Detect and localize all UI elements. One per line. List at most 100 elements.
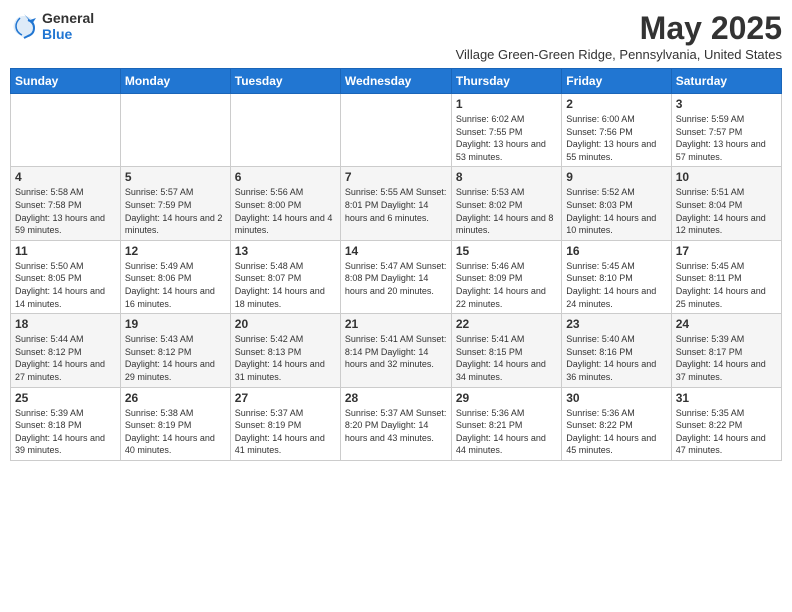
calendar-row-5: 25 Sunrise: 5:39 AM Sunset: 8:18 PM Dayli… bbox=[11, 387, 782, 460]
day-info: Sunrise: 5:43 AM Sunset: 8:12 PM Dayligh… bbox=[125, 333, 226, 383]
calendar-cell: 21 Sunrise: 5:41 AM Sunset: 8:14 PM Dayli… bbox=[340, 314, 451, 387]
calendar-cell: 3 Sunrise: 5:59 AM Sunset: 7:57 PM Daylig… bbox=[671, 94, 781, 167]
day-info: Sunrise: 5:40 AM Sunset: 8:16 PM Dayligh… bbox=[566, 333, 666, 383]
calendar-cell bbox=[340, 94, 451, 167]
day-info: Sunrise: 5:37 AM Sunset: 8:19 PM Dayligh… bbox=[235, 407, 336, 457]
calendar-row-2: 4 Sunrise: 5:58 AM Sunset: 7:58 PM Daylig… bbox=[11, 167, 782, 240]
calendar-row-1: 1Sunrise: 6:02 AM Sunset: 7:55 PM Daylig… bbox=[11, 94, 782, 167]
calendar-cell: 16 Sunrise: 5:45 AM Sunset: 8:10 PM Dayli… bbox=[562, 240, 671, 313]
day-number: 15 bbox=[456, 244, 557, 258]
day-number: 7 bbox=[345, 170, 447, 184]
day-number: 1 bbox=[456, 97, 557, 111]
day-info: Sunrise: 5:48 AM Sunset: 8:07 PM Dayligh… bbox=[235, 260, 336, 310]
day-info: Sunrise: 5:42 AM Sunset: 8:13 PM Dayligh… bbox=[235, 333, 336, 383]
day-number: 19 bbox=[125, 317, 226, 331]
day-number: 3 bbox=[676, 97, 777, 111]
logo: General Blue bbox=[10, 10, 94, 42]
calendar-cell: 27 Sunrise: 5:37 AM Sunset: 8:19 PM Dayli… bbox=[230, 387, 340, 460]
day-info: Sunrise: 5:56 AM Sunset: 8:00 PM Dayligh… bbox=[235, 186, 336, 236]
calendar-cell: 20 Sunrise: 5:42 AM Sunset: 8:13 PM Dayli… bbox=[230, 314, 340, 387]
day-info: Sunrise: 5:39 AM Sunset: 8:18 PM Dayligh… bbox=[15, 407, 116, 457]
page-header: General Blue May 2025 Village Green-Gree… bbox=[10, 10, 782, 62]
logo-blue: Blue bbox=[42, 26, 94, 42]
calendar-cell: 18Sunrise: 5:44 AM Sunset: 8:12 PM Dayli… bbox=[11, 314, 121, 387]
calendar-header-row: SundayMondayTuesdayWednesdayThursdayFrid… bbox=[11, 69, 782, 94]
day-number: 4 bbox=[15, 170, 116, 184]
day-number: 8 bbox=[456, 170, 557, 184]
calendar-cell: 13Sunrise: 5:48 AM Sunset: 8:07 PM Dayli… bbox=[230, 240, 340, 313]
day-number: 25 bbox=[15, 391, 116, 405]
calendar-cell bbox=[120, 94, 230, 167]
day-info: Sunrise: 5:47 AM Sunset: 8:08 PM Dayligh… bbox=[345, 260, 447, 298]
header-tuesday: Tuesday bbox=[230, 69, 340, 94]
day-info: Sunrise: 6:00 AM Sunset: 7:56 PM Dayligh… bbox=[566, 113, 666, 163]
calendar-cell: 8 Sunrise: 5:53 AM Sunset: 8:02 PM Daylig… bbox=[451, 167, 561, 240]
calendar-table: SundayMondayTuesdayWednesdayThursdayFrid… bbox=[10, 68, 782, 461]
header-saturday: Saturday bbox=[671, 69, 781, 94]
day-number: 31 bbox=[676, 391, 777, 405]
calendar-cell: 19 Sunrise: 5:43 AM Sunset: 8:12 PM Dayli… bbox=[120, 314, 230, 387]
calendar-cell: 6 Sunrise: 5:56 AM Sunset: 8:00 PM Daylig… bbox=[230, 167, 340, 240]
calendar-cell: 30 Sunrise: 5:36 AM Sunset: 8:22 PM Dayli… bbox=[562, 387, 671, 460]
calendar-cell bbox=[11, 94, 121, 167]
day-info: Sunrise: 5:50 AM Sunset: 8:05 PM Dayligh… bbox=[15, 260, 116, 310]
calendar-cell: 29 Sunrise: 5:36 AM Sunset: 8:21 PM Dayli… bbox=[451, 387, 561, 460]
calendar-cell: 7 Sunrise: 5:55 AM Sunset: 8:01 PM Daylig… bbox=[340, 167, 451, 240]
day-info: Sunrise: 5:58 AM Sunset: 7:58 PM Dayligh… bbox=[15, 186, 116, 236]
day-number: 11 bbox=[15, 244, 116, 258]
day-info: Sunrise: 5:39 AM Sunset: 8:17 PM Dayligh… bbox=[676, 333, 777, 383]
day-info: Sunrise: 5:52 AM Sunset: 8:03 PM Dayligh… bbox=[566, 186, 666, 236]
header-thursday: Thursday bbox=[451, 69, 561, 94]
day-info: Sunrise: 5:36 AM Sunset: 8:22 PM Dayligh… bbox=[566, 407, 666, 457]
calendar-cell: 31Sunrise: 5:35 AM Sunset: 8:22 PM Dayli… bbox=[671, 387, 781, 460]
day-number: 30 bbox=[566, 391, 666, 405]
day-info: Sunrise: 5:37 AM Sunset: 8:20 PM Dayligh… bbox=[345, 407, 447, 445]
day-number: 27 bbox=[235, 391, 336, 405]
day-number: 29 bbox=[456, 391, 557, 405]
day-number: 6 bbox=[235, 170, 336, 184]
header-friday: Friday bbox=[562, 69, 671, 94]
day-number: 21 bbox=[345, 317, 447, 331]
day-info: Sunrise: 5:44 AM Sunset: 8:12 PM Dayligh… bbox=[15, 333, 116, 383]
calendar-cell: 4 Sunrise: 5:58 AM Sunset: 7:58 PM Daylig… bbox=[11, 167, 121, 240]
calendar-cell: 17Sunrise: 5:45 AM Sunset: 8:11 PM Dayli… bbox=[671, 240, 781, 313]
day-info: Sunrise: 5:41 AM Sunset: 8:14 PM Dayligh… bbox=[345, 333, 447, 371]
calendar-cell: 10 Sunrise: 5:51 AM Sunset: 8:04 PM Dayli… bbox=[671, 167, 781, 240]
calendar-cell: 11 Sunrise: 5:50 AM Sunset: 8:05 PM Dayli… bbox=[11, 240, 121, 313]
day-number: 9 bbox=[566, 170, 666, 184]
calendar-cell: 9 Sunrise: 5:52 AM Sunset: 8:03 PM Daylig… bbox=[562, 167, 671, 240]
day-info: Sunrise: 5:57 AM Sunset: 7:59 PM Dayligh… bbox=[125, 186, 226, 236]
calendar-cell bbox=[230, 94, 340, 167]
calendar-row-3: 11 Sunrise: 5:50 AM Sunset: 8:05 PM Dayli… bbox=[11, 240, 782, 313]
day-number: 5 bbox=[125, 170, 226, 184]
day-info: Sunrise: 5:45 AM Sunset: 8:10 PM Dayligh… bbox=[566, 260, 666, 310]
day-info: Sunrise: 5:55 AM Sunset: 8:01 PM Dayligh… bbox=[345, 186, 447, 224]
day-number: 23 bbox=[566, 317, 666, 331]
day-number: 10 bbox=[676, 170, 777, 184]
logo-general: General bbox=[42, 10, 94, 26]
month-title: May 2025 bbox=[456, 10, 782, 47]
logo-text: General Blue bbox=[42, 10, 94, 42]
calendar-cell: 12Sunrise: 5:49 AM Sunset: 8:06 PM Dayli… bbox=[120, 240, 230, 313]
calendar-cell: 22Sunrise: 5:41 AM Sunset: 8:15 PM Dayli… bbox=[451, 314, 561, 387]
calendar-cell: 15Sunrise: 5:46 AM Sunset: 8:09 PM Dayli… bbox=[451, 240, 561, 313]
calendar-cell: 28 Sunrise: 5:37 AM Sunset: 8:20 PM Dayli… bbox=[340, 387, 451, 460]
day-info: Sunrise: 5:53 AM Sunset: 8:02 PM Dayligh… bbox=[456, 186, 557, 236]
day-info: Sunrise: 5:51 AM Sunset: 8:04 PM Dayligh… bbox=[676, 186, 777, 236]
day-info: Sunrise: 5:45 AM Sunset: 8:11 PM Dayligh… bbox=[676, 260, 777, 310]
header-sunday: Sunday bbox=[11, 69, 121, 94]
day-info: Sunrise: 5:59 AM Sunset: 7:57 PM Dayligh… bbox=[676, 113, 777, 163]
day-number: 16 bbox=[566, 244, 666, 258]
day-number: 20 bbox=[235, 317, 336, 331]
location-subtitle: Village Green-Green Ridge, Pennsylvania,… bbox=[456, 47, 782, 62]
day-number: 24 bbox=[676, 317, 777, 331]
day-number: 28 bbox=[345, 391, 447, 405]
calendar-cell: 25 Sunrise: 5:39 AM Sunset: 8:18 PM Dayli… bbox=[11, 387, 121, 460]
day-number: 14 bbox=[345, 244, 447, 258]
day-number: 12 bbox=[125, 244, 226, 258]
calendar-cell: 14 Sunrise: 5:47 AM Sunset: 8:08 PM Dayli… bbox=[340, 240, 451, 313]
title-block: May 2025 Village Green-Green Ridge, Penn… bbox=[456, 10, 782, 62]
day-info: Sunrise: 5:38 AM Sunset: 8:19 PM Dayligh… bbox=[125, 407, 226, 457]
day-info: Sunrise: 5:36 AM Sunset: 8:21 PM Dayligh… bbox=[456, 407, 557, 457]
day-number: 26 bbox=[125, 391, 226, 405]
